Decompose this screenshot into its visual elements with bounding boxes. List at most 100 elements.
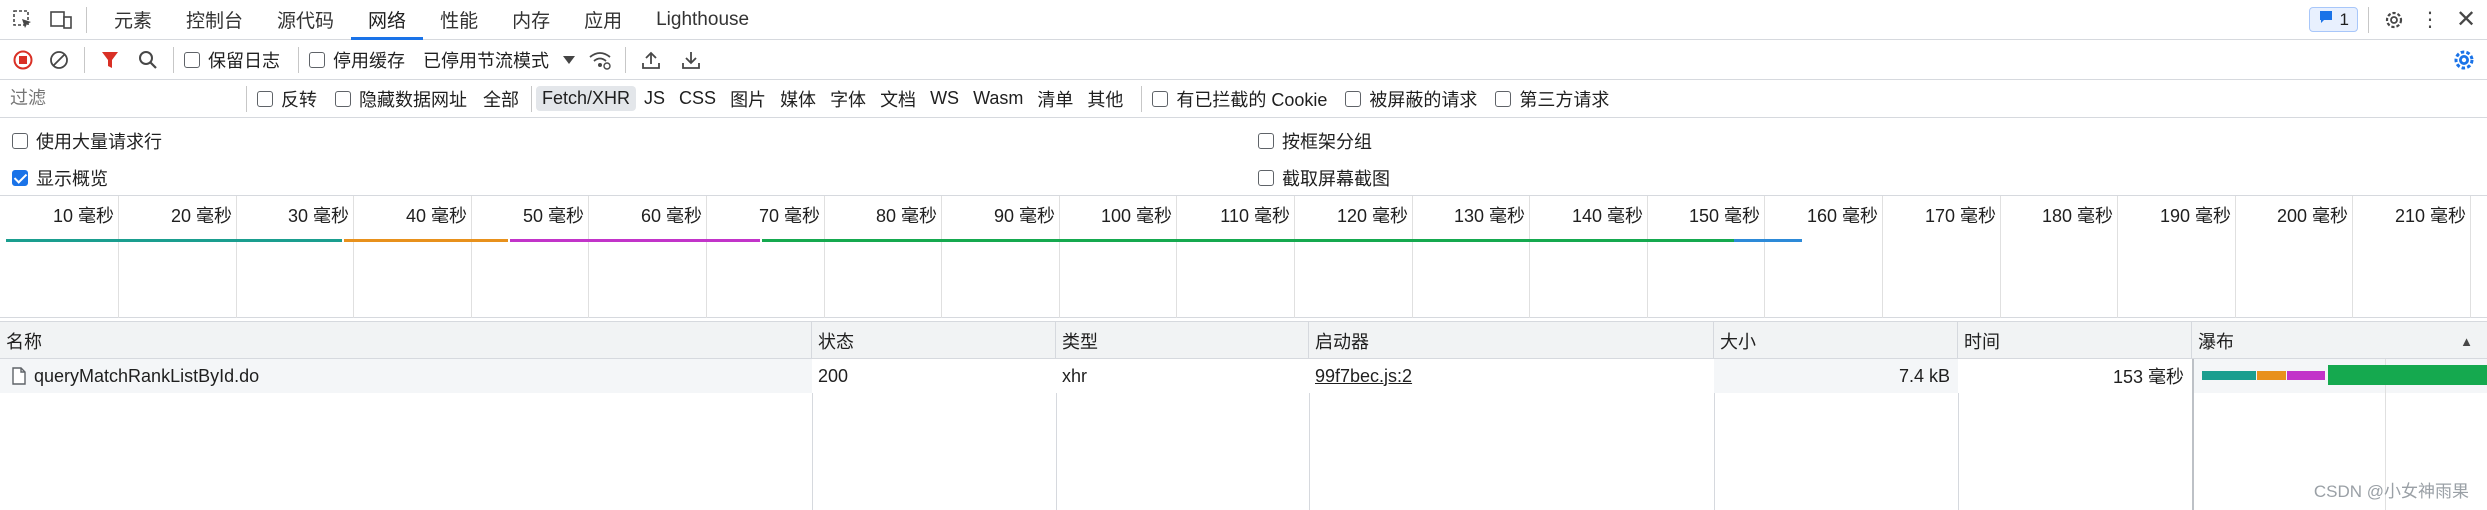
column-divider bbox=[812, 393, 813, 510]
timeline-tick-label: 10 毫秒 bbox=[52, 206, 114, 226]
more-options-icon[interactable]: ⋮ bbox=[2415, 5, 2445, 35]
type-filter-fetch-xhr[interactable]: Fetch/XHR bbox=[536, 86, 637, 111]
blocked-requests-checkbox[interactable]: 被屏蔽的请求 bbox=[1345, 86, 1477, 112]
issues-badge[interactable]: 1 bbox=[2308, 7, 2358, 32]
request-name: queryMatchRankListById.do bbox=[34, 365, 260, 386]
close-icon[interactable]: ✕ bbox=[2451, 5, 2481, 35]
third-party-checkbox[interactable]: 第三方请求 bbox=[1495, 86, 1609, 112]
tab-memory[interactable]: 内存 bbox=[495, 0, 567, 40]
device-toolbar-icon[interactable] bbox=[46, 5, 76, 35]
show-overview-checkbox[interactable]: 显示概览 bbox=[12, 165, 108, 191]
cell-size: 7.4 kB bbox=[1714, 359, 1958, 393]
tab-application[interactable]: 应用 bbox=[567, 0, 639, 40]
tab-sources[interactable]: 源代码 bbox=[260, 0, 351, 40]
type-filter-css[interactable]: CSS bbox=[673, 86, 722, 111]
chevron-down-icon bbox=[563, 55, 575, 64]
preserve-log-checkbox[interactable]: 保留日志 bbox=[184, 47, 280, 73]
record-stop-icon[interactable] bbox=[8, 45, 38, 75]
toolbar-divider bbox=[2368, 6, 2369, 33]
network-toolbar: 保留日志 停用缓存 已停用节流模式 bbox=[0, 40, 2487, 80]
filter-input[interactable] bbox=[0, 84, 240, 113]
import-har-icon[interactable] bbox=[636, 45, 666, 75]
checkbox-box[interactable] bbox=[184, 51, 200, 68]
checkbox-box[interactable] bbox=[12, 133, 28, 149]
type-filter-doc[interactable]: 文档 bbox=[874, 84, 922, 114]
timeline-gridline bbox=[1412, 196, 1413, 318]
checkbox-box[interactable] bbox=[12, 170, 28, 186]
type-filter-other[interactable]: 其他 bbox=[1081, 84, 1129, 114]
initiator-link[interactable]: 99f7bec.js:2 bbox=[1315, 366, 1412, 387]
type-filter-wasm[interactable]: Wasm bbox=[967, 86, 1029, 111]
issues-count: 1 bbox=[2339, 9, 2349, 29]
request-time: 153 毫秒 bbox=[2112, 367, 2184, 387]
tab-network[interactable]: 网络 bbox=[351, 0, 424, 40]
column-header-status[interactable]: 状态 bbox=[812, 322, 1056, 360]
capture-screenshots-checkbox[interactable]: 截取屏幕截图 bbox=[1258, 165, 1390, 191]
inspect-element-icon[interactable] bbox=[8, 5, 38, 35]
timeline-tick-label: 20 毫秒 bbox=[170, 206, 232, 226]
column-header-time[interactable]: 时间 bbox=[1958, 322, 2192, 360]
network-settings-pane: 使用大量请求行 按框架分组 显示概览 截取屏幕截图 bbox=[0, 118, 2487, 196]
tab-label: 源代码 bbox=[277, 11, 335, 32]
timeline-gridline bbox=[824, 196, 825, 318]
checkbox-box[interactable] bbox=[257, 90, 273, 107]
invert-checkbox[interactable]: 反转 bbox=[257, 86, 317, 112]
column-header-size[interactable]: 大小 bbox=[1714, 322, 1958, 360]
checkbox-box[interactable] bbox=[1258, 170, 1274, 186]
type-filter-js[interactable]: JS bbox=[638, 86, 671, 111]
clear-icon[interactable] bbox=[44, 45, 74, 75]
waterfall-segment bbox=[2287, 371, 2325, 380]
checkbox-box[interactable] bbox=[1495, 90, 1512, 107]
column-label: 状态 bbox=[818, 332, 854, 352]
timeline-tick-label: 80 毫秒 bbox=[875, 206, 937, 226]
type-filter-manifest[interactable]: 清单 bbox=[1031, 84, 1079, 114]
disable-cache-checkbox[interactable]: 停用缓存 bbox=[309, 47, 405, 73]
hide-data-urls-checkbox[interactable]: 隐藏数据网址 bbox=[335, 86, 467, 112]
timeline-tick-label: 40 毫秒 bbox=[405, 206, 467, 226]
group-by-frame-checkbox[interactable]: 按框架分组 bbox=[1258, 128, 1372, 154]
timeline-gridline bbox=[1647, 196, 1648, 318]
column-header-waterfall[interactable]: 瀑布 ▲ bbox=[2192, 322, 2487, 360]
type-filter-ws[interactable]: WS bbox=[924, 86, 965, 111]
cell-initiator: 99f7bec.js:2 bbox=[1309, 359, 1714, 393]
type-filter-media[interactable]: 媒体 bbox=[774, 84, 822, 114]
cell-status: 200 bbox=[812, 359, 1056, 393]
checkbox-box[interactable] bbox=[309, 51, 325, 68]
blocked-cookies-checkbox[interactable]: 有已拦截的 Cookie bbox=[1152, 86, 1327, 112]
export-har-icon[interactable] bbox=[676, 45, 706, 75]
tab-elements[interactable]: 元素 bbox=[97, 0, 169, 40]
tab-label: 网络 bbox=[368, 11, 407, 32]
timeline-segment bbox=[762, 239, 1734, 242]
timeline-gridline bbox=[1882, 196, 1883, 318]
gear-icon[interactable] bbox=[2379, 5, 2409, 35]
tab-performance[interactable]: 性能 bbox=[423, 0, 495, 40]
large-rows-checkbox[interactable]: 使用大量请求行 bbox=[12, 128, 162, 154]
timeline-overview[interactable]: 10 毫秒 20 毫秒 30 毫秒 40 毫秒 50 毫秒 60 毫秒 70 毫秒 80 毫秒… bbox=[0, 196, 2487, 318]
column-header-name[interactable]: 名称 bbox=[0, 322, 812, 360]
toolbar-divider bbox=[173, 46, 174, 73]
type-filter-font[interactable]: 字体 bbox=[824, 84, 872, 114]
checkbox-box[interactable] bbox=[1258, 133, 1274, 149]
filter-icon[interactable] bbox=[95, 45, 125, 75]
table-row[interactable]: queryMatchRankListById.do 200 xhr 99f7be… bbox=[0, 359, 2487, 393]
column-header-initiator[interactable]: 启动器 bbox=[1309, 322, 1714, 360]
watermark: CSDN @小女神雨果 bbox=[2313, 482, 2469, 501]
type-filter-img[interactable]: 图片 bbox=[724, 84, 772, 114]
tab-lighthouse[interactable]: Lighthouse bbox=[639, 0, 766, 40]
request-type: xhr bbox=[1062, 365, 1088, 386]
column-label: 时间 bbox=[1964, 332, 2000, 352]
search-icon[interactable] bbox=[133, 45, 163, 75]
throttling-select[interactable]: 已停用节流模式 bbox=[423, 47, 575, 73]
checkbox-box[interactable] bbox=[335, 90, 351, 107]
checkbox-box[interactable] bbox=[1345, 90, 1362, 107]
type-filter-all[interactable]: 全部 bbox=[477, 84, 525, 114]
timeline-gridline bbox=[1059, 196, 1060, 318]
checkbox-box[interactable] bbox=[1152, 90, 1169, 107]
column-divider bbox=[1309, 393, 1310, 510]
toolbar-divider bbox=[625, 46, 626, 73]
network-conditions-icon[interactable] bbox=[585, 45, 615, 75]
column-header-type[interactable]: 类型 bbox=[1056, 322, 1309, 360]
toolbar-divider bbox=[298, 46, 299, 73]
tab-console[interactable]: 控制台 bbox=[169, 0, 260, 40]
network-settings-gear-icon[interactable] bbox=[2449, 45, 2479, 75]
